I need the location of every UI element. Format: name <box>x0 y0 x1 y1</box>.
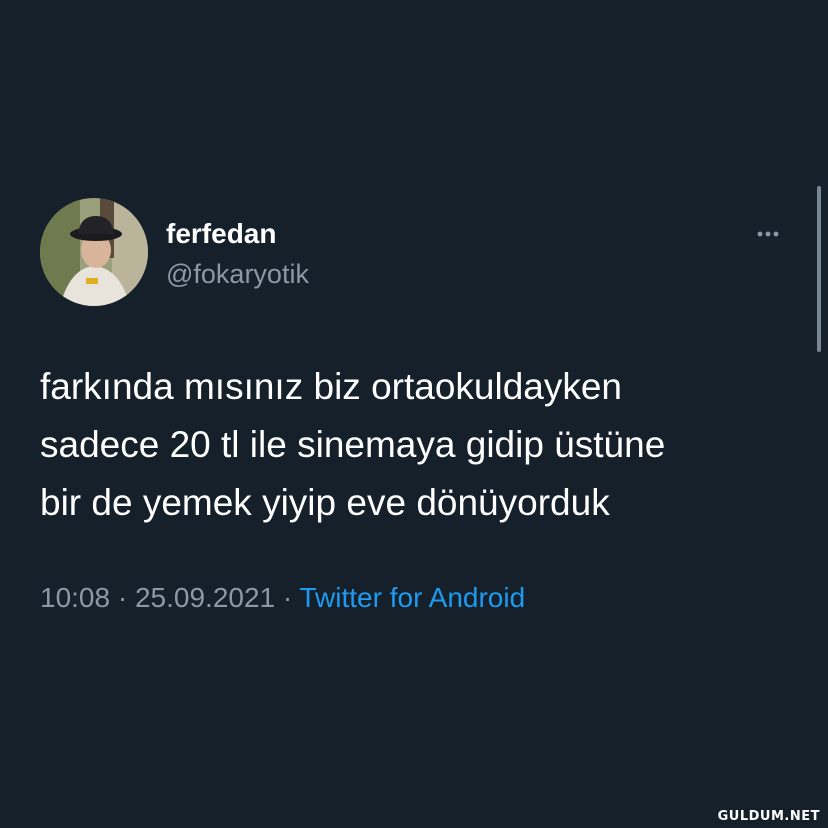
tweet-text: farkında mısınız biz ortaokuldayken sade… <box>40 358 810 532</box>
tweet-meta: 10:08 · 25.09.2021 · Twitter for Android <box>40 578 525 618</box>
username-handle[interactable]: @fokaryotik <box>166 256 309 292</box>
meta-separator: · <box>117 582 128 613</box>
avatar[interactable] <box>40 198 148 306</box>
tweet-time: 10:08 <box>40 582 111 613</box>
watermark: GULDUM.NET <box>717 809 820 824</box>
more-horizontal-icon[interactable] <box>754 224 786 244</box>
meta-separator: · <box>282 582 293 613</box>
display-name[interactable]: ferfedan <box>166 216 276 252</box>
avatar-image <box>40 198 148 306</box>
scrollbar-thumb[interactable] <box>817 186 821 352</box>
tweet-date: 25.09.2021 <box>134 582 276 613</box>
tweet-source-link[interactable]: Twitter for Android <box>300 582 526 613</box>
tweet-text-line: bir de yemek yiyip eve dönüyorduk <box>40 482 610 523</box>
tweet-text-line: sadece 20 tl ile sinemaya gidip üstüne <box>40 424 666 465</box>
tweet-text-line: farkında mısınız biz ortaokuldayken <box>40 366 623 407</box>
